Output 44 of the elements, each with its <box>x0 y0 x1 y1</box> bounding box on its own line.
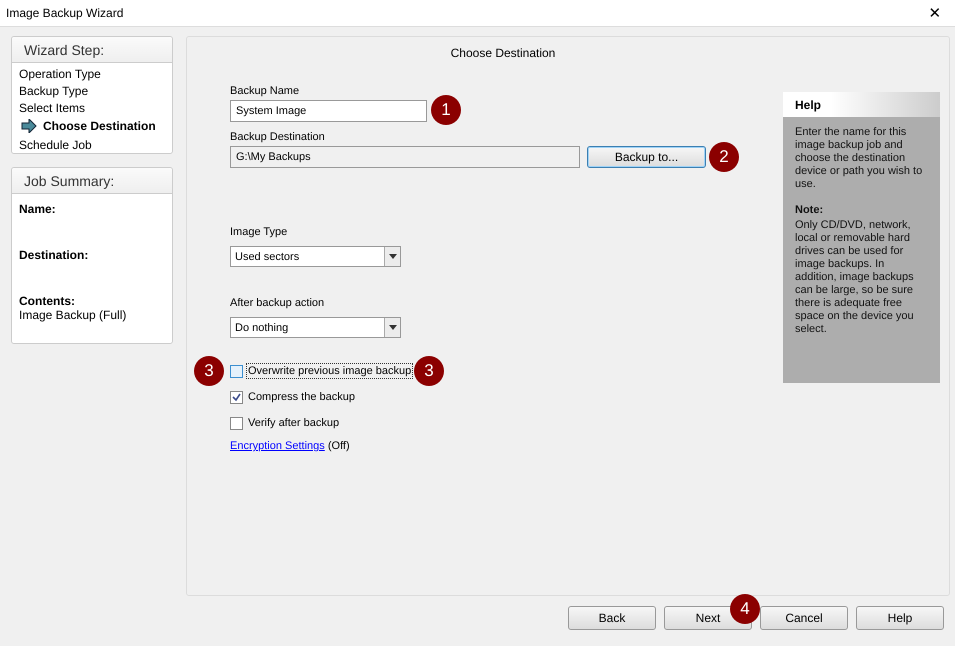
summary-label: Contents: <box>19 294 76 308</box>
callout-badge: 3 <box>194 356 224 386</box>
wizard-step: Backup Type <box>19 84 88 98</box>
field-label: Backup Destination <box>230 131 326 143</box>
note-title: Note: <box>795 204 824 217</box>
encryption-settings-link[interactable]: Encryption Settings <box>230 440 325 452</box>
field-label: After backup action <box>230 297 326 309</box>
window-title: Image Backup Wizard <box>6 6 124 20</box>
panel-title: Wizard Step: <box>12 37 172 63</box>
panel-title: Job Summary: <box>12 168 172 194</box>
backup-to-button[interactable]: Backup to... <box>587 146 706 168</box>
callout-badge: 2 <box>709 142 739 172</box>
page-title: Choose Destination <box>450 46 556 60</box>
close-button[interactable]: ✕ <box>915 4 955 22</box>
callout-badge: 3 <box>414 356 444 386</box>
wizard-step: Operation Type <box>19 66 101 80</box>
wizard-step: Select Items <box>19 100 86 114</box>
checkbox-label[interactable]: Verify after backup <box>246 415 342 431</box>
field-label: Image Type <box>230 226 288 238</box>
callout-badge: 4 <box>730 594 760 624</box>
note-text: Only CD/DVD, network, local or removable hard drives can be used for image backups. In addition, image backups can be large, so be sure there is adequate free space on the device you select. <box>795 219 914 335</box>
dropdown[interactable]: Do nothing <box>230 317 401 338</box>
wizard-step: Schedule Job <box>19 138 92 152</box>
encryption-state: (Off) <box>328 440 350 452</box>
wizard-button[interactable]: Back <box>568 606 656 630</box>
checkbox-label[interactable]: Compress the backup <box>246 389 357 405</box>
help-title: Help <box>783 92 940 117</box>
destination-field[interactable]: G:\My Backups <box>230 146 580 168</box>
summary-label: Destination: <box>19 248 90 262</box>
wizard-button[interactable]: Help <box>856 606 944 630</box>
checkbox-label[interactable]: Overwrite previous image backup <box>246 363 414 379</box>
wizard-button[interactable]: Cancel <box>760 606 848 630</box>
dropdown[interactable]: Used sectors <box>230 246 401 267</box>
field-label: Backup Name <box>230 85 300 97</box>
summary-value: Image Backup (Full) <box>19 308 126 322</box>
help-text: Enter the name for this image backup job and choose the destination device or path you wish to use. <box>795 126 922 190</box>
summary-label: Name: <box>19 202 57 216</box>
callout-badge: 1 <box>431 95 461 125</box>
checkbox[interactable] <box>230 416 243 430</box>
checkbox[interactable] <box>230 364 243 378</box>
checkbox[interactable] <box>230 390 243 404</box>
arrow-icon <box>21 119 37 133</box>
backup-name-field[interactable]: System Image <box>230 100 427 122</box>
wizard-step: Choose Destination <box>43 119 156 133</box>
